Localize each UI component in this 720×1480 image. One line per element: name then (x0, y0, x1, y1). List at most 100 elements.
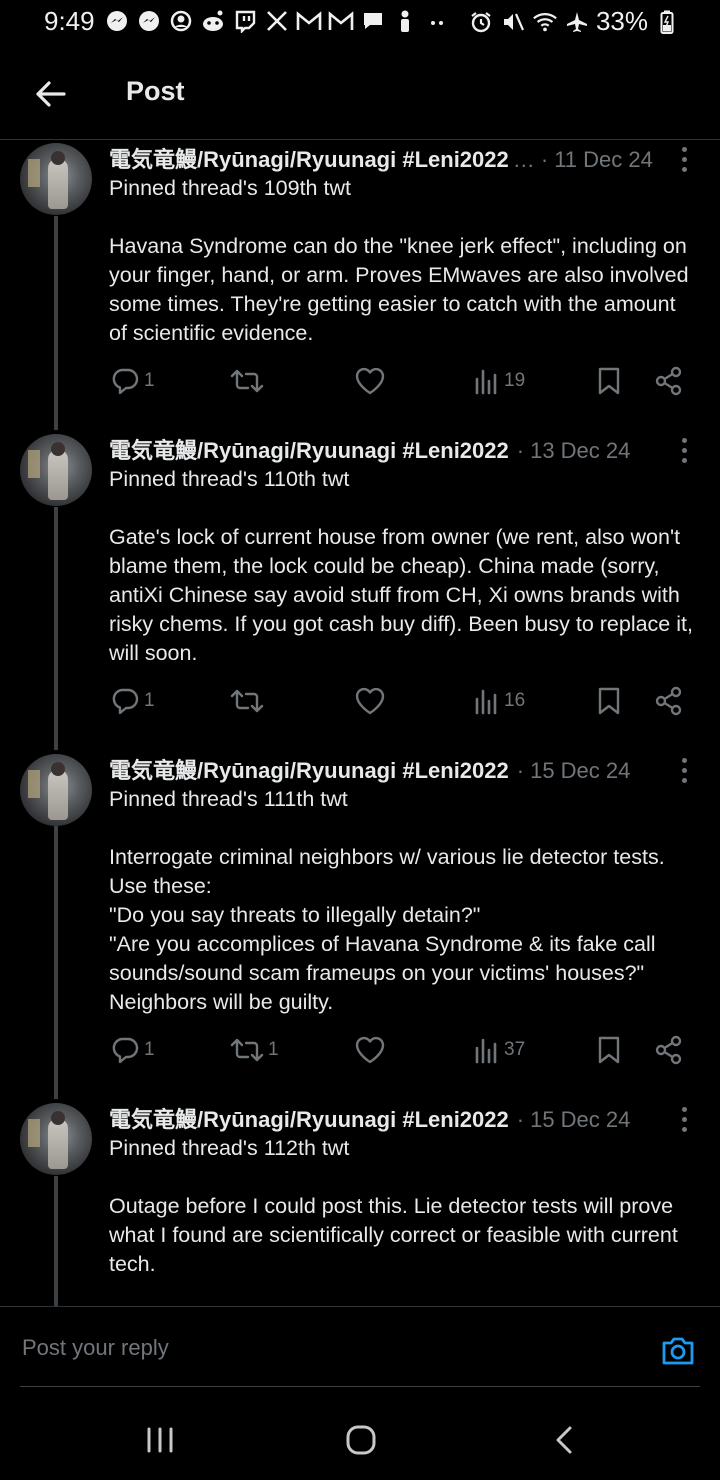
author-name[interactable]: 電気竜鰻/Ryūnagi/Ryuunagi #Leni2022 (109, 433, 509, 463)
x-icon (264, 8, 290, 34)
status-time: 9:49 (44, 6, 95, 36)
reply-count: 1 (144, 1039, 155, 1060)
view-count: 19 (504, 370, 526, 391)
avatar[interactable] (20, 1103, 92, 1175)
avatar[interactable] (20, 143, 92, 215)
share-button[interactable] (654, 1033, 684, 1067)
separator-dot: · (516, 758, 525, 783)
airplane-icon (564, 9, 590, 35)
reply-button[interactable]: 1 (110, 364, 155, 398)
alarm-icon (468, 9, 494, 35)
notification-icons (104, 8, 450, 34)
like-button[interactable] (354, 1033, 390, 1067)
post-header: 電気竜鰻/Ryūnagi/Ryuunagi #Leni2022 · 15 Dec… (109, 1102, 669, 1132)
like-button[interactable] (354, 684, 390, 718)
separator-dot: · (516, 1107, 525, 1132)
post-item[interactable]: 電気竜鰻/Ryūnagi/Ryuunagi #Leni2022 · 15 Dec… (0, 1100, 720, 1306)
back-button[interactable] (26, 70, 74, 118)
separator-dot: · (516, 438, 525, 463)
reply-icon (112, 1037, 139, 1064)
gmail-icon (328, 8, 354, 34)
page-title: Post (126, 76, 185, 106)
post-date[interactable]: 15 Dec 24 (530, 758, 630, 783)
author-name[interactable]: 電気竜鰻/Ryūnagi/Ryuunagi #Leni2022 (109, 142, 509, 172)
back-arrow-icon (36, 81, 66, 107)
post-item[interactable]: 電気竜鰻/Ryūnagi/Ryuunagi #Leni2022 · 15 Dec… (0, 751, 720, 1100)
repost-button[interactable]: 1 (230, 1033, 279, 1067)
recent-apps-button[interactable] (130, 1416, 190, 1464)
views-button[interactable]: 19 (474, 364, 525, 398)
avatar[interactable] (20, 754, 92, 826)
share-button[interactable] (654, 684, 684, 718)
reply-button[interactable]: 1 (110, 684, 155, 718)
post-text: Pinned thread's 112th twt Outage before … (109, 1136, 678, 1276)
post-date[interactable]: 11 Dec 24 (554, 147, 653, 172)
home-icon (346, 1425, 376, 1455)
messenger-icon (136, 8, 162, 34)
post-actions: 1 19 (0, 364, 720, 398)
more-options-button[interactable] (672, 144, 696, 174)
avatar[interactable] (20, 434, 92, 506)
chevron-left-icon (556, 1426, 572, 1454)
status-right: 33% (468, 6, 680, 37)
view-count: 16 (504, 690, 526, 711)
camera-icon (662, 1337, 694, 1365)
repost-button[interactable] (230, 364, 268, 398)
repost-count: 1 (268, 1039, 279, 1060)
repost-icon (230, 1038, 264, 1062)
thread-timeline[interactable]: 電気竜鰻/Ryūnagi/Ryuunagi #Leni2022 … · 11 D… (0, 140, 720, 1306)
view-count: 37 (504, 1039, 526, 1060)
twitch-icon (232, 8, 258, 34)
gmail-icon (296, 8, 322, 34)
reddit-icon (200, 8, 226, 34)
top-app-bar: Post (0, 44, 720, 140)
face-icon (168, 8, 194, 34)
person-icon (392, 8, 418, 34)
reply-count: 1 (144, 690, 155, 711)
system-back-button[interactable] (534, 1416, 594, 1464)
reply-icon (112, 688, 139, 715)
bookmark-button[interactable] (596, 684, 622, 718)
bookmark-button[interactable] (596, 364, 622, 398)
messenger-icon (104, 8, 130, 34)
share-icon (655, 1035, 682, 1065)
post-date[interactable]: 15 Dec 24 (530, 1107, 630, 1132)
reply-input[interactable] (20, 1327, 624, 1369)
post-text: Pinned thread's 109th twt Havana Syndrom… (109, 176, 689, 345)
repost-button[interactable] (230, 684, 268, 718)
post-actions: 1 16 (0, 684, 720, 718)
views-button[interactable]: 37 (474, 1033, 525, 1067)
post-date[interactable]: 13 Dec 24 (530, 438, 630, 463)
views-button[interactable]: 16 (474, 684, 525, 718)
post-text: Pinned thread's 110th twt Gate's lock of… (109, 467, 693, 665)
share-button[interactable] (654, 364, 684, 398)
home-button[interactable] (331, 1416, 391, 1464)
post-header: 電気竜鰻/Ryūnagi/Ryuunagi #Leni2022 … · 11 D… (109, 142, 669, 172)
analytics-icon (475, 1038, 497, 1064)
repost-icon (230, 689, 264, 713)
reply-button[interactable]: 1 (110, 1033, 155, 1067)
share-icon (655, 686, 682, 716)
bookmark-icon (598, 687, 620, 715)
post-item[interactable]: 電気竜鰻/Ryūnagi/Ryuunagi #Leni2022 … · 11 D… (0, 140, 720, 430)
more-dots-icon (424, 8, 450, 34)
post-item[interactable]: 電気竜鰻/Ryūnagi/Ryuunagi #Leni2022 · 13 Dec… (0, 431, 720, 751)
bookmark-icon (598, 367, 620, 395)
repost-icon (230, 369, 264, 393)
author-name[interactable]: 電気竜鰻/Ryūnagi/Ryuunagi #Leni2022 (109, 753, 509, 783)
camera-button[interactable] (658, 1331, 698, 1371)
battery-percent: 33% (595, 6, 648, 36)
bookmark-button[interactable] (596, 1033, 622, 1067)
more-options-button[interactable] (672, 435, 696, 465)
share-icon (655, 366, 682, 396)
like-button[interactable] (354, 364, 390, 398)
post-header: 電気竜鰻/Ryūnagi/Ryuunagi #Leni2022 · 13 Dec… (109, 433, 669, 463)
heart-icon (355, 687, 385, 715)
mute-icon (500, 9, 526, 35)
more-options-button[interactable] (672, 755, 696, 785)
author-name[interactable]: 電気竜鰻/Ryūnagi/Ryuunagi #Leni2022 (109, 1102, 509, 1132)
battery-icon (654, 9, 680, 35)
analytics-icon (475, 689, 497, 715)
status-bar: 9:49 33% (0, 0, 720, 44)
more-options-button[interactable] (672, 1104, 696, 1134)
